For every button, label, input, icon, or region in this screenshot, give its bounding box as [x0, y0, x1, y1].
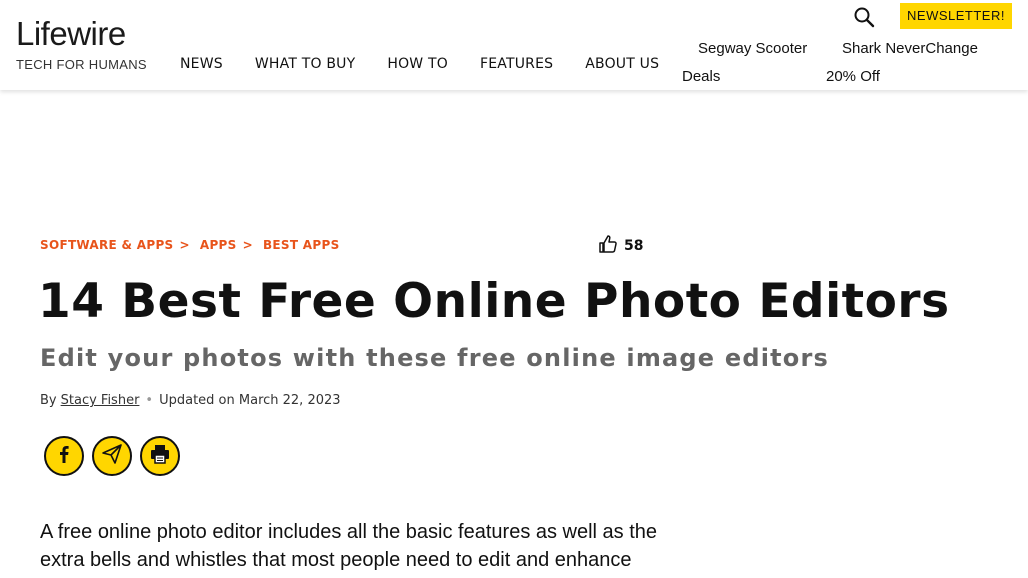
breadcrumb-apps[interactable]: APPS — [200, 238, 237, 252]
paper-plane-icon — [101, 443, 123, 469]
promo-shark-line2[interactable]: 20% Off — [826, 68, 880, 85]
like-count: 58 — [624, 238, 644, 254]
promo-segway-line1[interactable]: Segway Scooter — [698, 40, 807, 57]
search-icon[interactable] — [852, 5, 876, 29]
site-tagline: TECH FOR HUMANS — [16, 57, 147, 72]
share-facebook-button[interactable] — [44, 436, 84, 476]
facebook-icon — [54, 444, 74, 468]
newsletter-button[interactable]: NEWSLETTER! — [900, 3, 1012, 29]
breadcrumb-separator: > — [242, 238, 253, 252]
nav-about-us[interactable]: ABOUT US — [585, 54, 659, 74]
intro-line-1: A free online photo editor includes all … — [40, 521, 658, 543]
byline-dot: • — [145, 393, 154, 408]
site-header: Lifewire TECH FOR HUMANS NEWS WHAT TO BU… — [0, 0, 1028, 90]
nav-news[interactable]: NEWS — [180, 54, 223, 74]
breadcrumb-separator: > — [179, 238, 190, 252]
intro-line-2: extra bells and whistles that most peopl… — [40, 549, 632, 571]
printer-icon — [149, 443, 171, 469]
main-nav: NEWS WHAT TO BUY HOW TO FEATURES ABOUT U… — [180, 54, 659, 74]
byline-prefix: By — [40, 393, 57, 408]
updated-date: Updated on March 22, 2023 — [159, 393, 341, 408]
site-logo[interactable]: Lifewire — [16, 16, 126, 52]
nav-features[interactable]: FEATURES — [480, 54, 553, 74]
thumbs-up-icon — [598, 234, 618, 258]
nav-how-to[interactable]: HOW TO — [387, 54, 448, 74]
article-byline: By Stacy Fisher • Updated on March 22, 2… — [40, 393, 341, 408]
article-subtitle: Edit your photos with these free online … — [40, 344, 830, 372]
article-intro: A free online photo editor includes all … — [40, 518, 660, 574]
article-title: 14 Best Free Online Photo Editors — [38, 274, 950, 329]
breadcrumb: SOFTWARE & APPS > APPS > BEST APPS — [40, 238, 340, 252]
share-email-button[interactable] — [92, 436, 132, 476]
breadcrumb-best-apps[interactable]: BEST APPS — [263, 238, 340, 252]
breadcrumb-software-apps[interactable]: SOFTWARE & APPS — [40, 238, 174, 252]
promo-segway-line2[interactable]: Deals — [682, 68, 720, 85]
author-link[interactable]: Stacy Fisher — [61, 393, 140, 408]
nav-what-to-buy[interactable]: WHAT TO BUY — [255, 54, 356, 74]
like-button[interactable]: 58 — [598, 234, 643, 258]
promo-shark-line1[interactable]: Shark NeverChange — [842, 40, 978, 57]
share-print-button[interactable] — [140, 436, 180, 476]
